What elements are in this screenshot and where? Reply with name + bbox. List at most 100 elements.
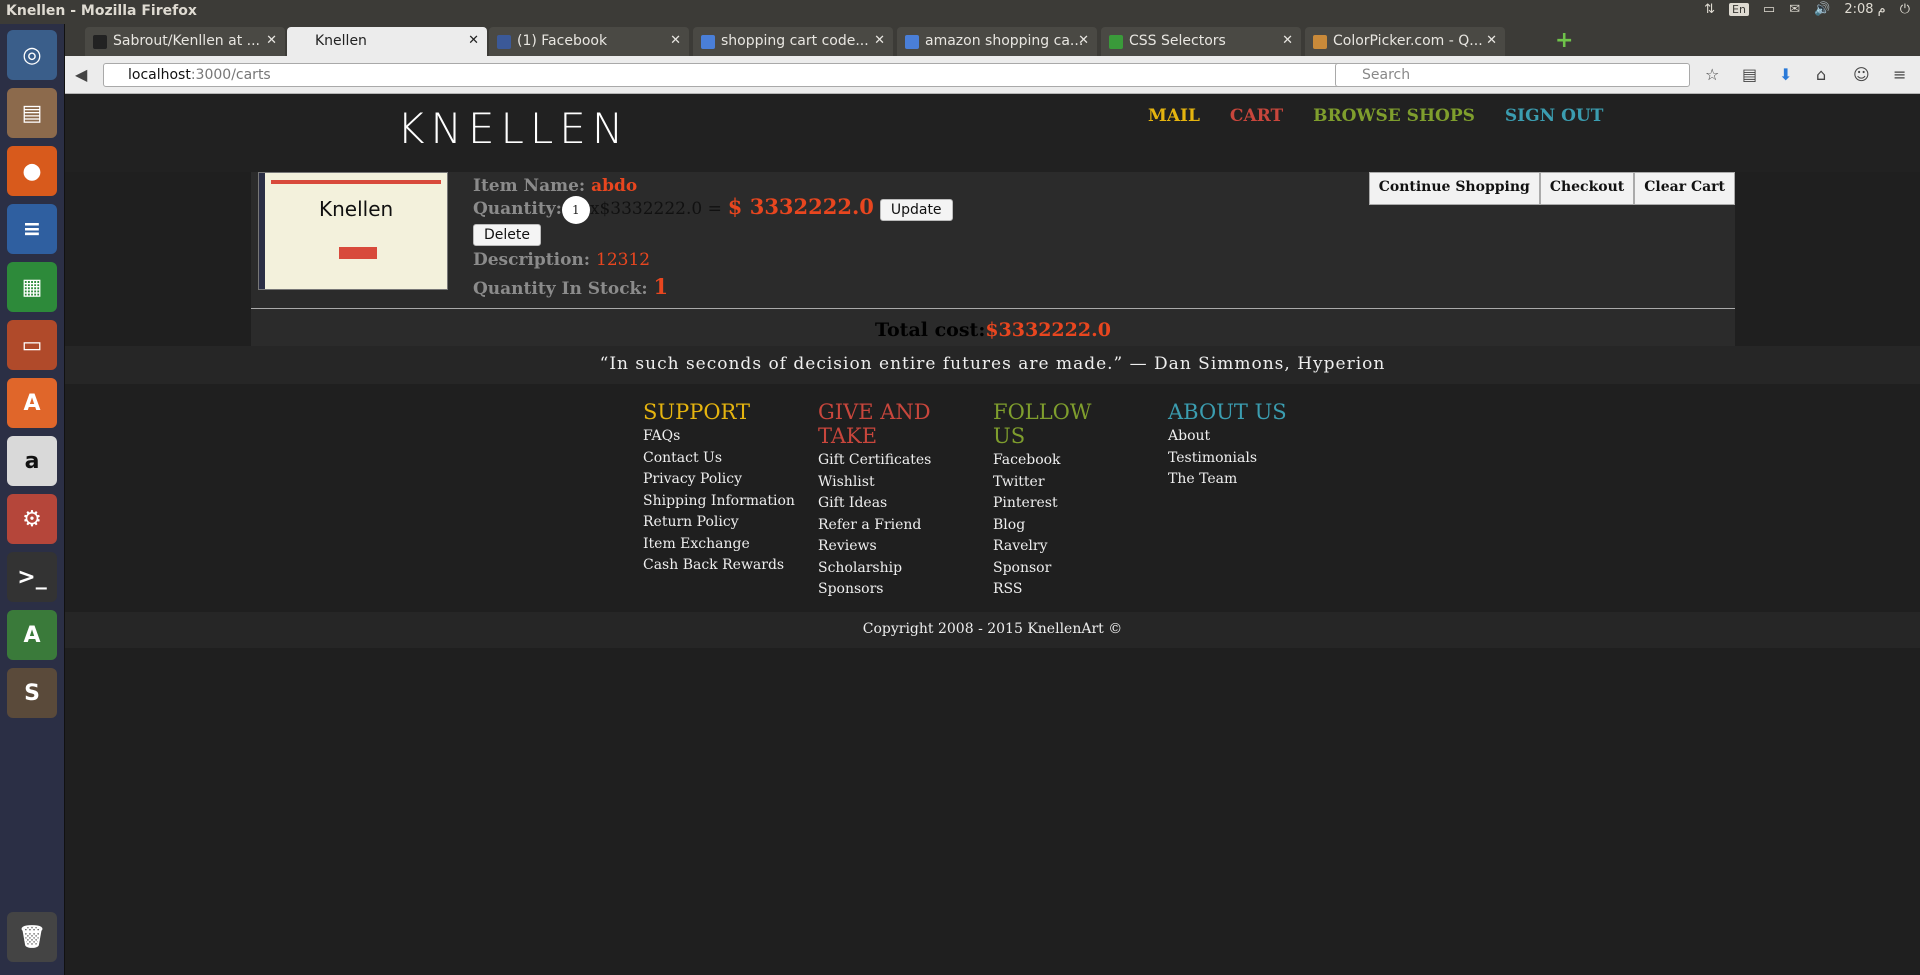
footer-link[interactable]: Wishlist	[818, 472, 993, 494]
footer-link[interactable]: Gift Ideas	[818, 493, 993, 515]
close-icon[interactable]: ✕	[468, 33, 479, 48]
volume-icon[interactable]: 🔊	[1814, 2, 1830, 17]
update-button[interactable]: Update	[879, 199, 953, 221]
footer-link[interactable]: Twitter	[993, 472, 1168, 494]
footer-link[interactable]: Cash Back Rewards	[643, 555, 818, 577]
quantity-row: Quantity: 1 x$3332222.0 = $ 3332222.0 Upda…	[473, 194, 953, 224]
tab-colorpicker[interactable]: ColorPicker.com - Q... ✕	[1305, 27, 1505, 56]
close-icon[interactable]: ✕	[1282, 33, 1293, 48]
site-header: KNELLEN MAIL CART BROWSE SHOPS SIGN OUT	[65, 94, 1920, 172]
footer-link[interactable]: FAQs	[643, 426, 818, 448]
files-icon[interactable]: ▤	[7, 88, 57, 138]
footer-link[interactable]: About	[1168, 426, 1343, 448]
terminal-icon[interactable]: >_	[7, 552, 57, 602]
tab-facebook[interactable]: (1) Facebook ✕	[489, 27, 689, 56]
close-icon[interactable]: ✕	[1078, 33, 1089, 48]
footer-link[interactable]: Contact Us	[643, 448, 818, 470]
stock-value: 1	[653, 274, 669, 299]
footer-link[interactable]: Refer a Friend	[818, 515, 993, 537]
trash-icon[interactable]: 🗑	[7, 912, 57, 962]
search-input[interactable]: Search	[1335, 63, 1690, 87]
calc-icon[interactable]: ▦	[7, 262, 57, 312]
footer-heading: FOLLOW US	[993, 400, 1092, 448]
thumb-title: Knellen	[319, 197, 394, 221]
close-icon[interactable]: ✕	[874, 33, 885, 48]
menu-icon[interactable]: ≡	[1893, 65, 1906, 84]
footer-link[interactable]: Blog	[993, 515, 1168, 537]
footer-link[interactable]: RSS	[993, 579, 1168, 601]
footer-link[interactable]: Gift Certificates	[818, 450, 993, 472]
tab-knellen[interactable]: Knellen ✕	[287, 27, 487, 56]
close-icon[interactable]: ✕	[670, 33, 681, 48]
footer-col-about-us: ABOUT US About Testimonials The Team	[1168, 400, 1343, 601]
software-center-icon[interactable]: A	[7, 378, 57, 428]
google-icon	[701, 35, 715, 49]
footer-link[interactable]: Item Exchange	[643, 534, 818, 556]
reading-list-icon[interactable]: ▤	[1742, 65, 1757, 84]
clock[interactable]: 2:08 م	[1844, 2, 1885, 17]
tab-github[interactable]: Sabrout/Kenllen at ... ✕	[85, 27, 285, 56]
tab-google-1[interactable]: shopping cart code... ✕	[693, 27, 893, 56]
writer-icon[interactable]: ≡	[7, 204, 57, 254]
footer-link[interactable]: Return Policy	[643, 512, 818, 534]
settings-icon[interactable]: ⚙	[7, 494, 57, 544]
quantity-input[interactable]: 1	[561, 195, 590, 224]
url-bar[interactable]: localhost:3000/carts	[103, 63, 1365, 87]
footer-link[interactable]: Facebook	[993, 450, 1168, 472]
stock-label: Quantity In Stock:	[473, 279, 648, 299]
firefox-icon[interactable]: ●	[7, 146, 57, 196]
continue-shopping-button[interactable]: Continue Shopping	[1368, 172, 1540, 205]
bookmark-star-icon[interactable]: ☆	[1705, 65, 1719, 84]
nav-browse-shops[interactable]: BROWSE SHOPS	[1313, 106, 1475, 126]
tab-css-selectors[interactable]: CSS Selectors ✕	[1101, 27, 1301, 56]
impress-icon[interactable]: ▭	[7, 320, 57, 370]
description-label: Description:	[473, 250, 591, 270]
copyright: Copyright 2008 - 2015 KnellenArt ©	[65, 612, 1920, 648]
footer-link[interactable]: Ravelry	[993, 536, 1168, 558]
download-icon[interactable]: ⬇	[1779, 65, 1792, 84]
footer-link[interactable]: The Team	[1168, 469, 1343, 491]
nav-cart[interactable]: CART	[1230, 106, 1283, 126]
delete-button[interactable]: Delete	[473, 224, 541, 246]
footer-col-follow-us: FOLLOW US Facebook Twitter Pinterest Blo…	[993, 400, 1168, 601]
total-value: $3332222.0	[985, 319, 1111, 341]
nav-mail[interactable]: MAIL	[1148, 106, 1200, 126]
sublime-icon[interactable]: S	[7, 668, 57, 718]
amazon-icon[interactable]: a	[7, 436, 57, 486]
site-logo[interactable]: KNELLEN	[397, 104, 629, 153]
ubuntu-icon[interactable]: ◎	[7, 30, 57, 80]
cart-actions: Continue Shopping Checkout Clear Cart	[1368, 172, 1735, 205]
product-thumbnail[interactable]: Knellen	[258, 172, 448, 290]
new-tab-icon[interactable]: +	[1555, 28, 1573, 53]
footer-link[interactable]: Testimonials	[1168, 448, 1343, 470]
battery-icon[interactable]: ▭	[1763, 2, 1775, 17]
footer-link[interactable]: Sponsors	[818, 579, 993, 601]
tab-label: amazon shopping ca...	[925, 33, 1084, 49]
footer-link[interactable]: Reviews	[818, 536, 993, 558]
nav-sign-out[interactable]: SIGN OUT	[1505, 106, 1604, 126]
footer-link[interactable]: Scholarship	[818, 558, 993, 580]
launcher: ◎ ▤ ● ≡ ▦ ▭ A a ⚙ >_ A S 🗑	[0, 24, 65, 975]
network-icon[interactable]: ⇅	[1704, 2, 1715, 17]
footer-link[interactable]: Sponsor	[993, 558, 1168, 580]
main-nav: MAIL CART BROWSE SHOPS SIGN OUT	[1148, 106, 1603, 126]
checkout-button[interactable]: Checkout	[1539, 172, 1635, 205]
power-icon[interactable]: ⏻	[1900, 2, 1910, 17]
keyboard-indicator[interactable]: En	[1729, 3, 1749, 16]
facebook-icon	[497, 35, 511, 49]
url-host: localhost	[128, 67, 191, 83]
back-icon[interactable]: ◀	[75, 65, 87, 84]
close-icon[interactable]: ✕	[1486, 33, 1497, 48]
home-icon[interactable]: ⌂	[1816, 65, 1826, 84]
clear-cart-button[interactable]: Clear Cart	[1634, 172, 1735, 205]
footer-link[interactable]: Shipping Information	[643, 491, 818, 513]
chat-icon[interactable]: ☺	[1853, 65, 1870, 84]
quote: “In such seconds of decision entire futu…	[65, 346, 1920, 384]
footer-link[interactable]: Privacy Policy	[643, 469, 818, 491]
tab-google-2[interactable]: amazon shopping ca... ✕	[897, 27, 1097, 56]
updater-icon[interactable]: A	[7, 610, 57, 660]
close-icon[interactable]: ✕	[266, 33, 277, 48]
mail-icon[interactable]: ✉	[1789, 2, 1800, 17]
footer-link[interactable]: Pinterest	[993, 493, 1168, 515]
tab-label: CSS Selectors	[1129, 33, 1226, 49]
